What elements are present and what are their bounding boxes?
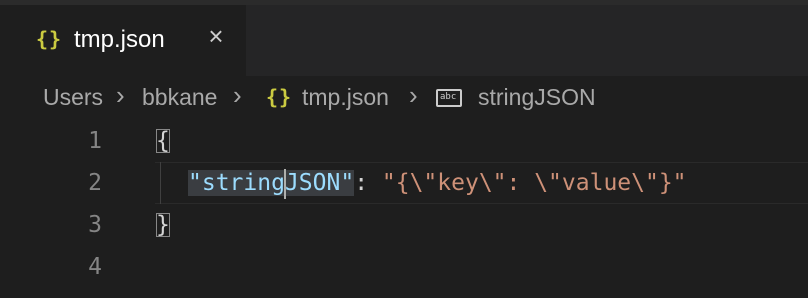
line-number: 3: [88, 212, 102, 238]
close-icon[interactable]: ×: [203, 23, 229, 49]
breadcrumb-item-users[interactable]: Users: [43, 84, 103, 111]
line-number: 1: [88, 128, 102, 154]
chevron-right-icon: ›: [233, 80, 242, 110]
breadcrumb-item-stringjson[interactable]: stringJSON: [478, 84, 596, 111]
breadcrumb: Users › bbkane › {} tmp.json › abc strin…: [0, 76, 808, 120]
indent-guide: [160, 162, 161, 204]
colon: :: [354, 170, 382, 196]
json-file-icon: {}: [266, 85, 293, 109]
json-key: "stringJSON": [188, 168, 355, 199]
code-editor[interactable]: 1 2 3 4 { "stringJSON": "{\"key\": \"val…: [0, 120, 808, 298]
code-line-1: {: [155, 120, 171, 162]
chevron-right-icon: ›: [409, 80, 418, 110]
close-brace: }: [155, 212, 170, 238]
code-line-3: }: [155, 204, 171, 246]
tab-label: tmp.json: [74, 26, 165, 53]
line-number: 2: [88, 170, 102, 196]
tab-tmp-json[interactable]: {} tmp.json ×: [0, 5, 246, 76]
open-brace: {: [155, 128, 170, 154]
tab-bar: {} tmp.json ×: [0, 5, 808, 76]
breadcrumb-item-tmp-json[interactable]: tmp.json: [302, 84, 389, 111]
chevron-right-icon: ›: [116, 80, 125, 110]
breadcrumb-item-bbkane[interactable]: bbkane: [142, 84, 217, 111]
json-file-icon: {}: [36, 27, 63, 51]
json-string-value: "{\"key\": \"value\"}": [381, 170, 687, 196]
code-line-2: "stringJSON": "{\"key\": \"value\"}": [188, 162, 687, 204]
string-symbol-icon: abc: [436, 89, 462, 107]
line-number: 4: [88, 254, 102, 280]
